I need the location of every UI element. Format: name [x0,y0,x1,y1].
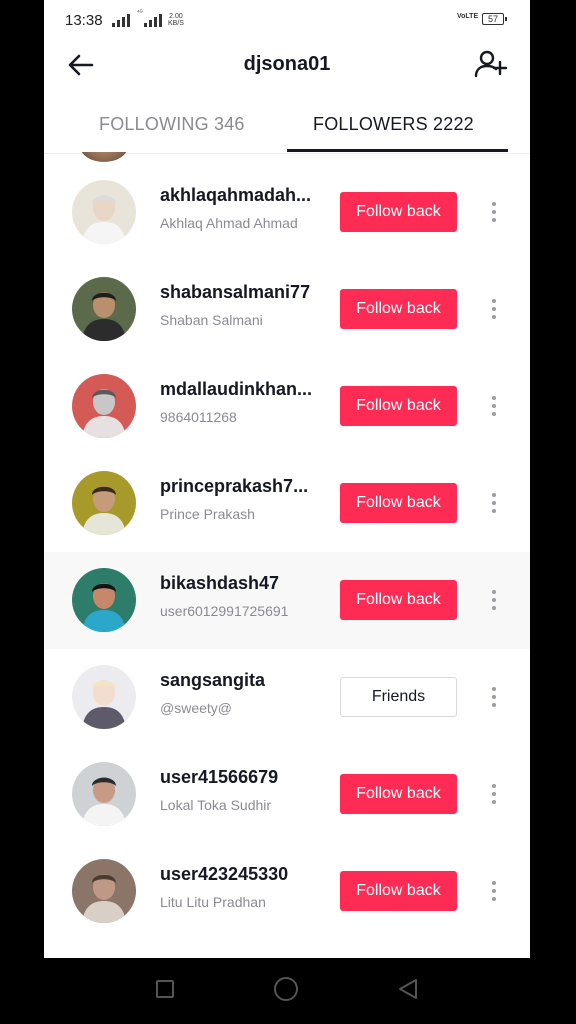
battery-level: 57 [487,14,498,24]
system-nav-bar [0,958,576,1024]
add-user-button[interactable] [472,47,508,83]
follow-back-button[interactable]: Follow back [340,871,457,911]
system-back-button[interactable] [396,977,420,1001]
signal-icon [112,14,130,27]
more-options-button[interactable] [484,876,504,906]
display-name: 9864011268 [160,409,237,425]
avatar[interactable] [72,568,136,632]
follow-back-button[interactable]: Follow back [340,483,457,523]
follow-back-button[interactable]: Follow back [340,386,457,426]
dot [492,695,496,699]
friends-button[interactable]: Friends [340,677,457,717]
dot [492,598,496,602]
tab-following[interactable]: FOLLOWING 346 [99,114,245,135]
display-name: Akhlaq Ahmad Ahmad [160,215,298,231]
dot [492,210,496,214]
list-item[interactable]: princeprakash7... Prince Prakash Follow ba… [44,455,530,552]
dot [492,202,496,206]
dot [492,412,496,416]
follow-back-button[interactable]: Follow back [340,774,457,814]
list-item[interactable]: sangsangita @sweety@ Friends [44,649,530,746]
dot [492,800,496,804]
username[interactable]: user423245330 [160,864,288,885]
list-item[interactable]: bikashdash47 user6012991725691 Follow back [44,552,530,649]
dot [492,784,496,788]
follow-back-button[interactable]: Follow back [340,580,457,620]
dot [492,687,496,691]
more-options-button[interactable] [484,682,504,712]
dot [492,307,496,311]
more-options-button[interactable] [484,585,504,615]
dot [492,299,496,303]
dot [492,396,496,400]
display-name: Prince Prakash [160,506,255,522]
dot [492,501,496,505]
battery-icon: 57 [482,13,507,25]
avatar[interactable] [72,471,136,535]
more-options-button[interactable] [484,391,504,421]
dot [492,881,496,885]
display-name: @sweety@ [160,700,232,716]
follow-back-button[interactable]: Follow back [340,289,457,329]
tab-bar: FOLLOWING 346 FOLLOWERS 2222 [44,98,530,152]
dot [492,606,496,610]
username[interactable]: shabansalmani77 [160,282,310,303]
more-options-button[interactable] [484,197,504,227]
display-name: user6012991725691 [160,603,289,619]
add-user-icon [474,50,508,78]
recents-button[interactable] [156,980,174,998]
header: djsona01 [44,40,530,90]
follow-back-button[interactable]: Follow back [340,192,457,232]
avatar[interactable] [72,374,136,438]
avatar[interactable] [72,859,136,923]
avatar[interactable] [72,762,136,826]
dot [492,897,496,901]
volte-label: VoLTE [457,13,479,20]
avatar[interactable] [72,665,136,729]
username[interactable]: user41566679 [160,767,278,788]
dot [492,218,496,222]
app-screen: 13:38 ⁴ᴳ 2.00 KB/S VoLTE 57 djsona01 FOL… [44,0,530,958]
username[interactable]: bikashdash47 [160,573,279,594]
dot [492,792,496,796]
avatar[interactable] [72,180,136,244]
dot [492,509,496,513]
avatar[interactable] [72,277,136,341]
dot [492,404,496,408]
display-name: Lokal Toka Sudhir [160,797,272,813]
display-name: Shaban Salmani [160,312,263,328]
list-item[interactable]: shabansalmani77 Shaban Salmani Follow back [44,261,530,358]
home-button[interactable] [274,977,298,1001]
network-speed-unit: KB/S [168,20,184,27]
triangle-back-icon [399,979,417,999]
list-item[interactable]: akhlaqahmadah... Akhlaq Ahmad Ahmad Follow… [44,164,530,261]
more-options-button[interactable] [484,488,504,518]
network-speed: 2.00 KB/S [168,13,184,27]
more-options-button[interactable] [484,294,504,324]
more-options-button[interactable] [484,779,504,809]
display-name: Litu Litu Pradhan [160,894,266,910]
page-title: djsona01 [243,53,331,75]
network-speed-value: 2.00 [169,13,183,20]
dot [492,493,496,497]
username[interactable]: princeprakash7... [160,476,308,497]
list-item[interactable]: mdallaudinkhan... 9864011268 Follow back [44,358,530,455]
username[interactable]: mdallaudinkhan... [160,379,312,400]
username[interactable]: sangsangita [160,670,265,691]
list-item[interactable]: user41566679 Lokal Toka Sudhir Follow back [44,746,530,843]
username[interactable]: akhlaqahmadah... [160,185,311,206]
dot [492,703,496,707]
dot [492,315,496,319]
tab-followers[interactable]: FOLLOWERS 2222 [313,114,474,135]
list-item[interactable]: user423245330 Litu Litu Pradhan Follow bac… [44,843,530,940]
network-type-label: ⁴ᴳ [137,10,143,16]
dot [492,889,496,893]
active-tab-indicator [287,149,508,152]
dot [492,590,496,594]
status-time: 13:38 [65,12,103,29]
signal-2-icon [144,14,162,27]
status-bar: 13:38 ⁴ᴳ 2.00 KB/S VoLTE 57 [44,0,530,40]
